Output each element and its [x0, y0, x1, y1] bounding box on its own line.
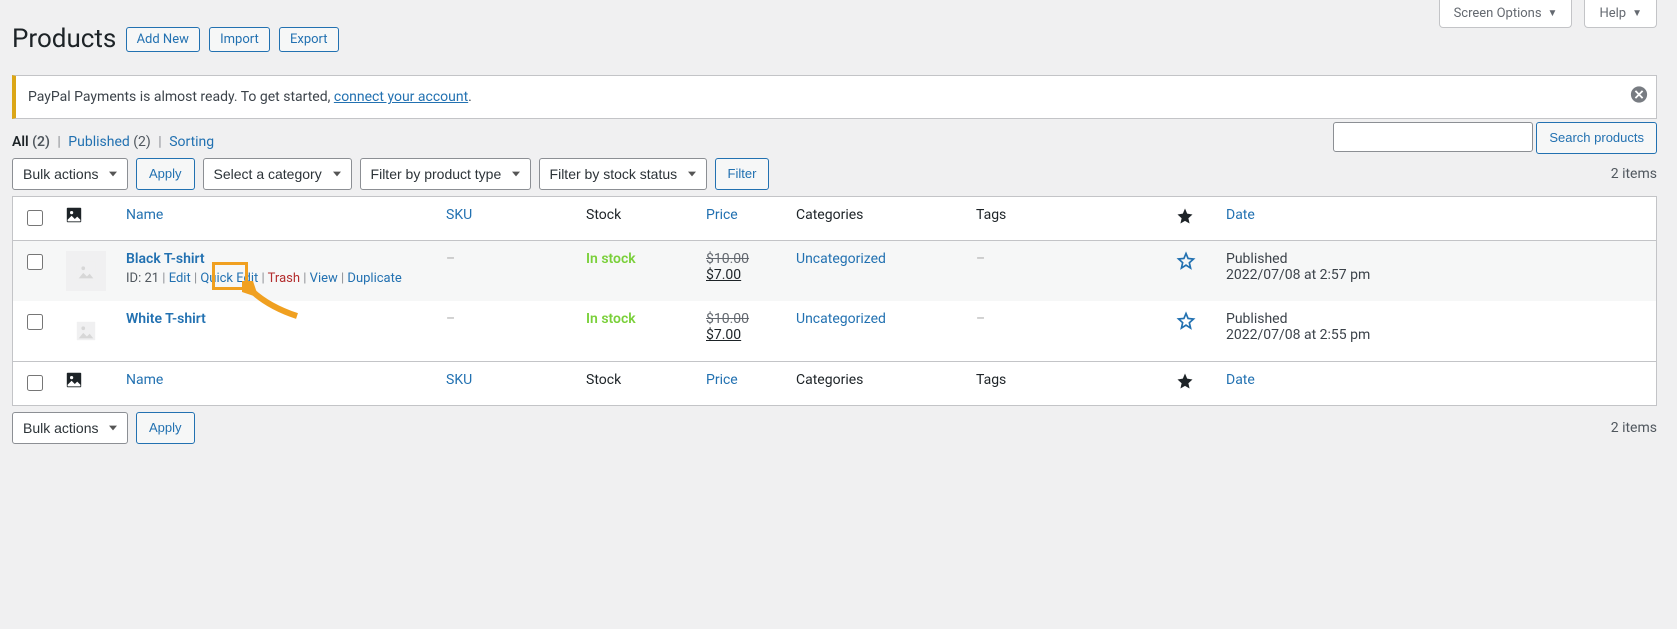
chevron-down-icon: ▼ [1548, 8, 1558, 19]
column-stock-foot: Stock [576, 361, 696, 405]
category-filter-select[interactable]: Select a category [203, 158, 352, 190]
view-link[interactable]: View [310, 271, 338, 286]
star-icon [1176, 372, 1194, 390]
duplicate-link[interactable]: Duplicate [347, 271, 401, 286]
stock-status: In stock [586, 311, 636, 327]
price-new: $7.00 [706, 267, 741, 283]
stock-status-filter-select[interactable]: Filter by stock status [539, 158, 707, 190]
edit-link[interactable]: Edit [169, 271, 191, 286]
featured-toggle[interactable] [1176, 311, 1196, 331]
column-date[interactable]: Date [1216, 197, 1656, 241]
product-title-link[interactable]: White T-shirt [126, 311, 206, 327]
search-input[interactable] [1333, 122, 1533, 152]
star-icon [1176, 207, 1194, 225]
publish-date: 2022/07/08 at 2:57 pm [1226, 267, 1370, 283]
screen-options-label: Screen Options [1454, 6, 1542, 21]
sku-value: – [446, 251, 455, 267]
quick-edit-link[interactable]: Quick Edit [200, 271, 258, 286]
dismiss-icon[interactable] [1630, 86, 1648, 109]
filter-sorting[interactable]: Sorting [169, 134, 214, 150]
sku-value: – [446, 311, 455, 327]
column-stock: Stock [576, 197, 696, 241]
column-price[interactable]: Price [696, 197, 786, 241]
notice-text: PayPal Payments is almost ready. To get … [28, 89, 334, 105]
items-count: 2 items [1611, 166, 1657, 182]
tags-value: – [976, 251, 985, 267]
filter-button[interactable]: Filter [715, 158, 770, 190]
apply-button-bottom[interactable]: Apply [136, 412, 195, 444]
column-tags-foot: Tags [966, 361, 1166, 405]
connect-account-link[interactable]: connect your account [334, 89, 468, 105]
notice-text-after: . [468, 89, 472, 105]
column-name-foot[interactable]: Name [116, 361, 436, 405]
column-sku-foot[interactable]: SKU [436, 361, 576, 405]
price-old: $10.00 [706, 311, 776, 327]
row-checkbox[interactable] [27, 314, 43, 330]
help-tab[interactable]: Help ▼ [1584, 0, 1657, 28]
filter-published[interactable]: Published (2) [68, 134, 151, 150]
column-featured [1166, 197, 1216, 241]
column-price-foot[interactable]: Price [696, 361, 786, 405]
stock-status: In stock [586, 251, 636, 267]
screen-options-tab[interactable]: Screen Options ▼ [1439, 0, 1573, 28]
row-actions: ID: 21 | Edit | Quick Edit | Trash | Vie… [126, 271, 426, 286]
table-row: Black T-shirt ID: 21 | Edit | Quick Edit… [13, 241, 1656, 301]
publish-status: Published [1226, 311, 1287, 327]
chevron-down-icon: ▼ [1632, 8, 1642, 19]
page-title: Products [12, 24, 116, 54]
search-products-button[interactable]: Search products [1536, 122, 1657, 154]
column-featured-foot [1166, 361, 1216, 405]
apply-button[interactable]: Apply [136, 158, 195, 190]
table-row: White T-shirt – In stock $10.00 $7.00 Un… [13, 301, 1656, 361]
bulk-actions-select[interactable]: Bulk actions [12, 158, 128, 190]
price-old: $10.00 [706, 251, 776, 267]
bulk-actions-select-bottom[interactable]: Bulk actions [12, 412, 128, 444]
image-column-icon [66, 207, 82, 223]
publish-date: 2022/07/08 at 2:55 pm [1226, 327, 1370, 343]
select-all-checkbox-foot[interactable] [27, 375, 43, 391]
column-name[interactable]: Name [116, 197, 436, 241]
products-table: Name SKU Stock Price Categories Tags Dat… [12, 196, 1657, 406]
trash-link[interactable]: Trash [268, 271, 300, 286]
column-sku[interactable]: SKU [436, 197, 576, 241]
column-categories: Categories [786, 197, 966, 241]
paypal-notice: PayPal Payments is almost ready. To get … [12, 75, 1657, 119]
product-thumbnail[interactable] [66, 251, 106, 291]
import-button[interactable]: Import [209, 27, 270, 52]
price-new: $7.00 [706, 327, 741, 343]
category-link[interactable]: Uncategorized [796, 251, 886, 267]
featured-toggle[interactable] [1176, 251, 1196, 271]
add-new-button[interactable]: Add New [126, 27, 200, 52]
help-label: Help [1599, 6, 1626, 21]
export-button[interactable]: Export [279, 27, 339, 52]
publish-status: Published [1226, 251, 1287, 267]
items-count-bottom: 2 items [1611, 420, 1657, 436]
row-checkbox[interactable] [27, 254, 43, 270]
filter-all[interactable]: All (2) [12, 134, 50, 150]
product-title-link[interactable]: Black T-shirt [126, 251, 205, 267]
column-tags: Tags [966, 197, 1166, 241]
column-categories-foot: Categories [786, 361, 966, 405]
category-link[interactable]: Uncategorized [796, 311, 886, 327]
row-id: ID: 21 [126, 271, 159, 286]
column-date-foot[interactable]: Date [1216, 361, 1656, 405]
image-column-icon [66, 372, 82, 388]
select-all-checkbox[interactable] [27, 210, 43, 226]
product-type-filter-select[interactable]: Filter by product type [360, 158, 531, 190]
product-thumbnail[interactable] [66, 311, 106, 351]
tags-value: – [976, 311, 985, 327]
